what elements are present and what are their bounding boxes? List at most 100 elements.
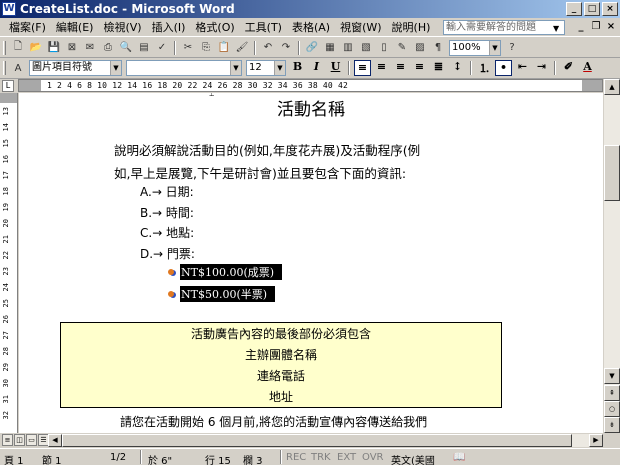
- decrease-indent-button[interactable]: ⇤: [514, 60, 531, 76]
- font-select[interactable]: ▼: [126, 60, 242, 76]
- menu-format[interactable]: 格式(O): [190, 19, 239, 35]
- show-hide-icon[interactable]: ¶: [430, 40, 446, 56]
- status-ext[interactable]: EXT: [337, 452, 356, 463]
- line-spacing-button[interactable]: ↕: [449, 60, 466, 76]
- scroll-thumb[interactable]: [604, 145, 620, 201]
- minimize-button[interactable]: _: [566, 2, 582, 16]
- close-button[interactable]: ×: [602, 2, 618, 16]
- open-icon[interactable]: 📂: [28, 40, 44, 56]
- insert-table-icon[interactable]: ▥: [340, 40, 356, 56]
- menu-view[interactable]: 檢視(V): [98, 19, 146, 35]
- redo-icon[interactable]: ↷: [278, 40, 294, 56]
- doc-minimize-icon[interactable]: _: [574, 21, 588, 32]
- normal-view-icon[interactable]: ≡: [2, 434, 13, 446]
- italic-button[interactable]: I: [308, 60, 325, 76]
- help-search-input[interactable]: 輸入需要解答的問題: [443, 20, 565, 35]
- document-area[interactable]: ⌶ 活動名稱 說明必須解說活動目的(例如,年度花卉展)及活動程序(例 如,早上是…: [19, 93, 603, 433]
- status-ovr[interactable]: OVR: [362, 452, 383, 463]
- print-layout-icon[interactable]: ▭: [26, 434, 37, 446]
- align-right-button[interactable]: ≡: [392, 60, 409, 76]
- font-color-button[interactable]: A: [579, 60, 596, 76]
- scroll-left-icon[interactable]: ◀: [48, 434, 62, 447]
- horizontal-ruler[interactable]: 1 2 4 6 8 10 12 14 16 18 20 22 24 26 28 …: [18, 79, 603, 92]
- distributed-button[interactable]: ≣: [430, 60, 447, 76]
- increase-indent-button[interactable]: ⇥: [533, 60, 550, 76]
- selected-text: NT$50.00(半票): [180, 286, 276, 302]
- toolbar-grip[interactable]: [3, 61, 6, 75]
- web-layout-icon[interactable]: ◫: [14, 434, 25, 446]
- justify-button[interactable]: ≡: [411, 60, 428, 76]
- drawing-icon[interactable]: ✎: [394, 40, 410, 56]
- vertical-ruler[interactable]: 13 14 15 16 17 18 19 20 21 22 23 24 25 2…: [0, 93, 18, 433]
- zoom-dropdown-icon[interactable]: ▼: [489, 40, 500, 55]
- numbering-button[interactable]: ⒈: [476, 60, 493, 76]
- menu-window[interactable]: 視窗(W): [335, 19, 386, 35]
- bold-button[interactable]: B: [289, 60, 306, 76]
- select-browse-object-icon[interactable]: ○: [604, 401, 620, 417]
- horizontal-scrollbar[interactable]: ◀ ▶: [48, 434, 603, 447]
- style-select[interactable]: 圖片項目符號 ▼: [29, 60, 122, 76]
- paste-icon[interactable]: 📋: [216, 40, 232, 56]
- scroll-right-icon[interactable]: ▶: [589, 434, 603, 447]
- word-app-icon[interactable]: W: [2, 2, 16, 16]
- font-dropdown-icon[interactable]: ▼: [230, 61, 241, 75]
- info-textbox[interactable]: 活動廣告內容的最後部份必須包含 主辦團體名稱 連絡電話 地址: [60, 322, 502, 408]
- menu-tools[interactable]: 工具(T): [240, 19, 287, 35]
- cut-icon[interactable]: ✂: [180, 40, 196, 56]
- previous-page-icon[interactable]: ⇞: [604, 385, 620, 401]
- research-icon[interactable]: ▤: [136, 40, 152, 56]
- document-map-icon[interactable]: ▨: [412, 40, 428, 56]
- email-icon[interactable]: ✉: [82, 40, 98, 56]
- next-page-icon[interactable]: ⇟: [604, 417, 620, 433]
- scroll-down-icon[interactable]: ▼: [604, 368, 620, 384]
- vruler-num: 28: [2, 347, 10, 356]
- align-left-button[interactable]: ≡: [354, 60, 371, 76]
- status-trk[interactable]: TRK: [311, 452, 331, 463]
- sublist-item: NT$100.00(成票): [166, 264, 283, 280]
- copy-icon[interactable]: ⎘: [198, 40, 214, 56]
- new-doc-icon[interactable]: 🗋: [10, 40, 26, 56]
- tab-selector[interactable]: L: [2, 80, 14, 92]
- vruler-num: 14: [2, 123, 10, 132]
- menu-file[interactable]: 檔案(F): [4, 19, 51, 35]
- doc-close-icon[interactable]: ×: [604, 21, 618, 32]
- spelling-status-icon[interactable]: 📖: [453, 452, 465, 463]
- permission-icon[interactable]: ⊠: [64, 40, 80, 56]
- vruler-num: 19: [2, 203, 10, 212]
- menu-table[interactable]: 表格(A): [287, 19, 335, 35]
- print-icon[interactable]: ⎙: [100, 40, 116, 56]
- vertical-scrollbar[interactable]: ▲ ▼ ⇞ ○ ⇟: [603, 79, 620, 433]
- status-language[interactable]: 英文(美國: [391, 452, 435, 465]
- format-painter-icon[interactable]: 🖌: [234, 40, 250, 56]
- tables-borders-icon[interactable]: ▦: [322, 40, 338, 56]
- font-size-dropdown-icon[interactable]: ▼: [274, 61, 285, 75]
- styles-pane-icon[interactable]: A: [10, 60, 26, 76]
- menu-edit[interactable]: 編輯(E): [51, 19, 99, 35]
- view-bar: ≡ ◫ ▭ ☰ ◀ ▶: [0, 433, 620, 448]
- zoom-select[interactable]: 100% ▼: [449, 39, 501, 56]
- horizontal-scroll-thumb[interactable]: [62, 434, 572, 447]
- highlight-button[interactable]: ✐: [560, 60, 577, 76]
- columns-icon[interactable]: ▯: [376, 40, 392, 56]
- spelling-icon[interactable]: ✓: [154, 40, 170, 56]
- help-dropdown-icon[interactable]: ▼: [553, 24, 559, 33]
- toolbar-grip[interactable]: [3, 40, 6, 55]
- underline-button[interactable]: U: [327, 60, 344, 76]
- help-icon[interactable]: ?: [504, 40, 520, 56]
- menu-insert[interactable]: 插入(I): [147, 19, 191, 35]
- align-center-button[interactable]: ≡: [373, 60, 390, 76]
- save-icon[interactable]: 💾: [46, 40, 62, 56]
- undo-icon[interactable]: ↶: [260, 40, 276, 56]
- scroll-up-icon[interactable]: ▲: [604, 79, 620, 95]
- bullets-button[interactable]: •: [495, 60, 512, 76]
- maximize-button[interactable]: □: [584, 2, 600, 16]
- font-size-select[interactable]: 12 ▼: [246, 60, 286, 76]
- style-dropdown-icon[interactable]: ▼: [110, 61, 121, 75]
- insert-excel-icon[interactable]: ▧: [358, 40, 374, 56]
- hyperlink-icon[interactable]: 🔗: [304, 40, 320, 56]
- print-preview-icon[interactable]: 🔍: [118, 40, 134, 56]
- menu-help[interactable]: 說明(H): [387, 19, 436, 35]
- textbox-line: 地址: [268, 390, 293, 404]
- status-rec[interactable]: REC: [286, 452, 306, 463]
- doc-restore-icon[interactable]: ❐: [589, 21, 603, 32]
